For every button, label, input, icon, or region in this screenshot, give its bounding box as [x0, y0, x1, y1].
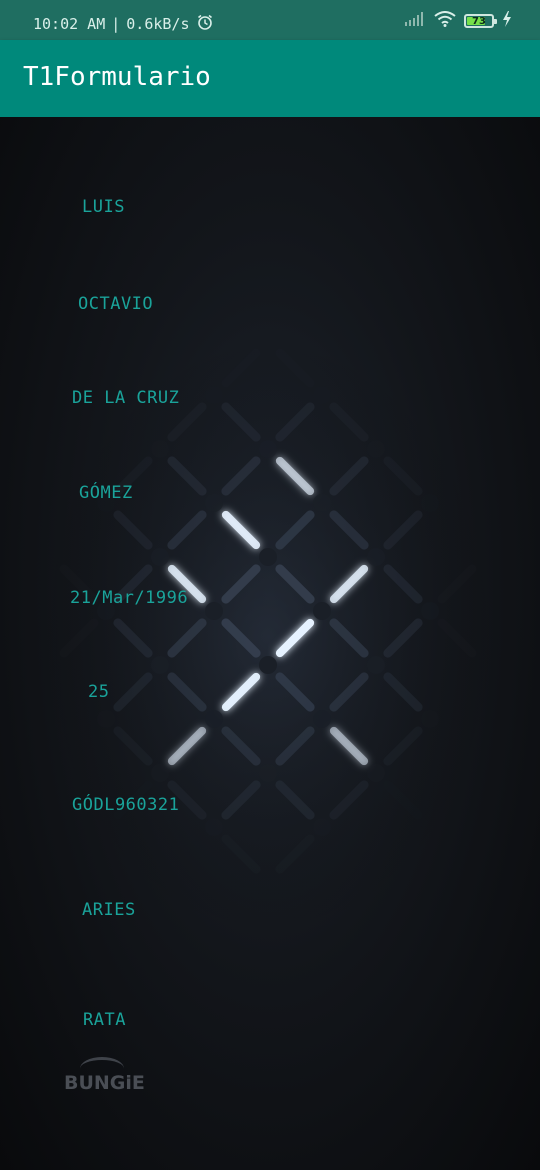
lattice-node — [151, 656, 169, 674]
lattice-node — [151, 764, 169, 782]
field-apellido-materno[interactable]: GÓMEZ — [79, 483, 133, 503]
field-rfc[interactable]: GÓDL960321 — [72, 795, 179, 815]
status-bar: 10:02 AM | 0.6kB/s 73 — [0, 0, 540, 40]
lattice-node — [259, 656, 277, 674]
battery-level: 73 — [472, 15, 486, 27]
network-speed: 0.6kB/s — [126, 15, 190, 33]
lattice-node — [205, 602, 223, 620]
lattice-node — [367, 440, 385, 458]
lattice-node — [313, 602, 331, 620]
bungie-logo: BUNGiE — [64, 1072, 145, 1094]
lattice-node — [313, 386, 331, 404]
field-segundo-nombre[interactable]: OCTAVIO — [78, 294, 153, 314]
lattice-node — [259, 548, 277, 566]
charging-icon — [502, 11, 512, 31]
lattice-node — [205, 494, 223, 512]
wallpaper-lattice — [38, 337, 498, 937]
lattice-node — [151, 440, 169, 458]
lattice-node — [205, 710, 223, 728]
wifi-icon — [434, 11, 456, 31]
form-content: LUIS OCTAVIO DE LA CRUZ GÓMEZ 21/Mar/199… — [0, 117, 540, 1170]
field-signo-chino[interactable]: RATA — [83, 1010, 126, 1030]
lattice-node — [259, 764, 277, 782]
lattice-node — [421, 602, 439, 620]
app-title: T1Formulario — [23, 62, 211, 92]
field-edad[interactable]: 25 — [88, 682, 109, 702]
field-signo-zodiacal[interactable]: ARIES — [82, 900, 136, 920]
lattice-node — [205, 818, 223, 836]
lattice-node — [313, 710, 331, 728]
lattice-node — [421, 494, 439, 512]
alarm-icon — [196, 13, 214, 35]
status-right: 73 — [404, 11, 512, 31]
status-left: 10:02 AM | 0.6kB/s — [33, 13, 214, 35]
lattice-node — [259, 440, 277, 458]
field-fecha-nacimiento[interactable]: 21/Mar/1996 — [70, 588, 188, 608]
battery-nub — [494, 19, 497, 24]
lattice-node — [97, 710, 115, 728]
lattice-node — [421, 710, 439, 728]
status-separator: | — [111, 15, 121, 33]
lattice-node — [313, 818, 331, 836]
lattice-node — [205, 386, 223, 404]
lattice-node — [313, 494, 331, 512]
lattice-node — [151, 548, 169, 566]
status-time: 10:02 AM — [33, 15, 106, 33]
lattice-node — [367, 656, 385, 674]
app-bar: T1Formulario — [0, 40, 540, 117]
lattice-node — [367, 548, 385, 566]
field-nombre[interactable]: LUIS — [82, 197, 125, 217]
battery-icon: 73 — [464, 14, 497, 28]
field-apellido-paterno[interactable]: DE LA CRUZ — [72, 388, 179, 408]
signal-icon — [404, 11, 426, 31]
lattice-node — [367, 764, 385, 782]
